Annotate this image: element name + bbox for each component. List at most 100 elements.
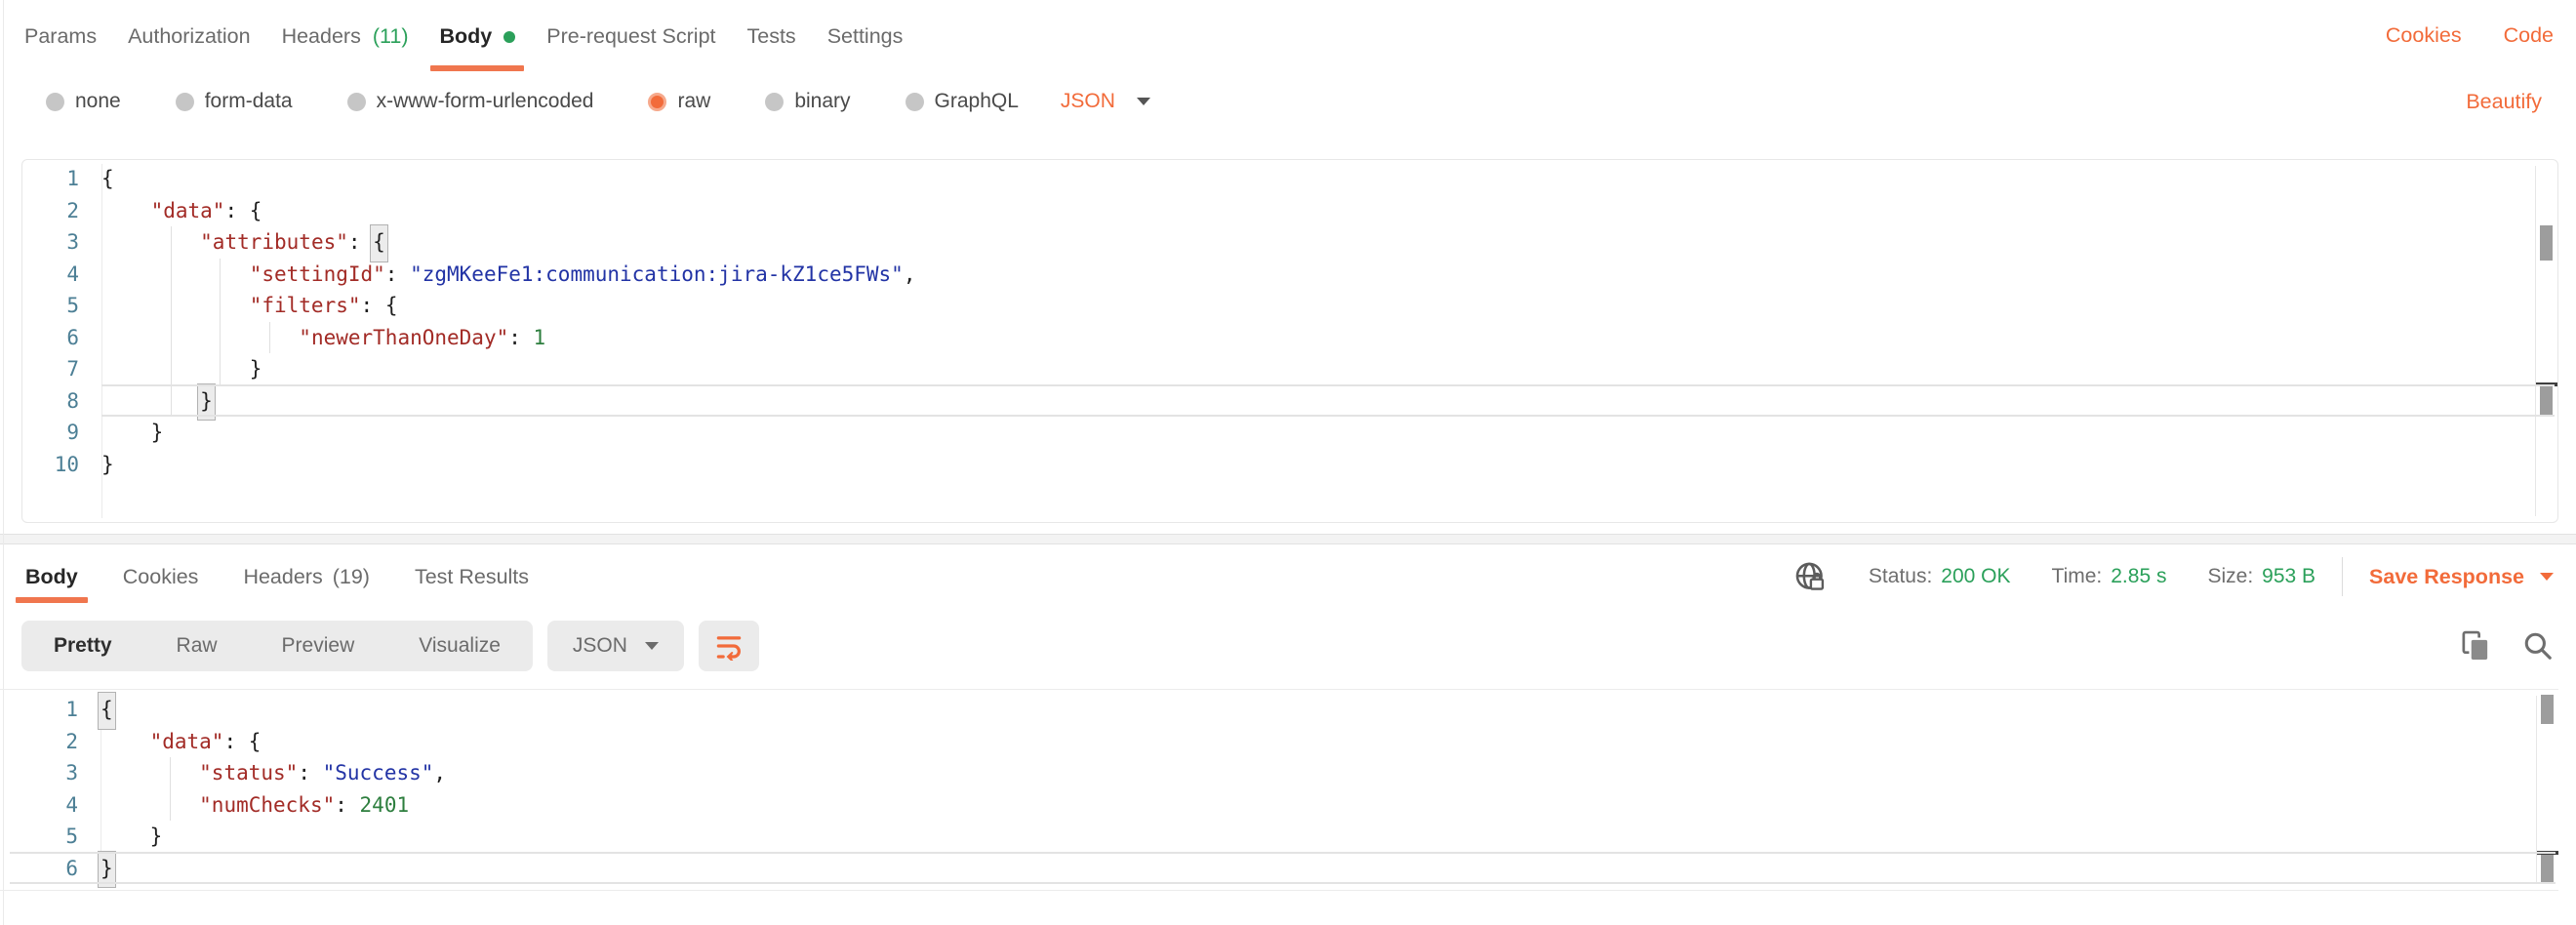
- code-token[interactable]: [101, 357, 250, 381]
- code-token[interactable]: }: [250, 357, 262, 381]
- code-token[interactable]: [101, 230, 200, 254]
- code-token[interactable]: "Success": [323, 761, 434, 784]
- code-line[interactable]: 6}: [21, 853, 2558, 885]
- code-token[interactable]: [101, 761, 199, 784]
- code-token[interactable]: "data": [151, 199, 225, 222]
- code-line[interactable]: 8 }: [22, 385, 2557, 418]
- code-token[interactable]: {: [385, 294, 398, 317]
- tab-authorization[interactable]: Authorization: [112, 0, 266, 71]
- code-token[interactable]: :: [223, 730, 248, 753]
- code-line[interactable]: 4 "numChecks": 2401: [21, 789, 2558, 822]
- search-button[interactable]: [2522, 630, 2554, 662]
- radio-icon[interactable]: [46, 93, 64, 111]
- body-mode-raw[interactable]: raw: [648, 90, 710, 113]
- network-globe-lock-icon[interactable]: [1792, 559, 1828, 594]
- code-token[interactable]: [101, 294, 250, 317]
- tab-cookies[interactable]: Cookies: [113, 550, 209, 603]
- size-label: Size:: [2207, 565, 2253, 588]
- code-line[interactable]: 7 }: [22, 353, 2557, 385]
- code-token[interactable]: [101, 730, 150, 753]
- code-token[interactable]: [101, 389, 200, 413]
- code-token[interactable]: }: [150, 824, 163, 848]
- code-line[interactable]: 1{: [22, 163, 2557, 195]
- code-token[interactable]: "zgMKeeFe1:communication:jira-kZ1ce5FWs": [410, 262, 904, 286]
- tab-test-results[interactable]: Test Results: [405, 550, 539, 603]
- code-link[interactable]: Code: [2504, 23, 2554, 48]
- matched-bracket[interactable]: }: [98, 851, 116, 889]
- save-response-button[interactable]: Save Response: [2369, 565, 2554, 589]
- response-language-select[interactable]: JSON: [547, 621, 684, 671]
- code-line[interactable]: 6 "newerThanOneDay": 1: [22, 322, 2557, 354]
- matched-bracket[interactable]: {: [98, 692, 116, 730]
- code-token[interactable]: "numChecks": [199, 793, 335, 817]
- radio-icon[interactable]: [176, 93, 194, 111]
- copy-button[interactable]: [2460, 629, 2491, 663]
- request-body-editor[interactable]: 1{2 "data": {3 "attributes": {4 "setting…: [21, 159, 2558, 523]
- radio-icon[interactable]: [765, 93, 784, 111]
- code-line[interactable]: 4 "settingId": "zgMKeeFe1:communication:…: [22, 259, 2557, 291]
- tab-settings[interactable]: Settings: [812, 0, 919, 71]
- cookies-link[interactable]: Cookies: [2386, 23, 2462, 48]
- code-token[interactable]: 1: [534, 326, 546, 349]
- code-token[interactable]: :: [298, 761, 322, 784]
- code-token[interactable]: ,: [904, 262, 916, 286]
- tab-pre-request-script[interactable]: Pre-request Script: [531, 0, 731, 71]
- code-token[interactable]: "data": [150, 730, 224, 753]
- tab-params[interactable]: Params: [9, 0, 112, 71]
- code-token[interactable]: {: [250, 199, 262, 222]
- response-body-editor[interactable]: 1{2 "data": {3 "status": "Success",4 "nu…: [0, 689, 2558, 891]
- code-token[interactable]: "settingId": [250, 262, 385, 286]
- code-token[interactable]: }: [151, 421, 164, 444]
- code-token[interactable]: ,: [433, 761, 446, 784]
- view-visualize[interactable]: Visualize: [386, 634, 533, 658]
- code-token[interactable]: }: [101, 453, 114, 476]
- tab-tests[interactable]: Tests: [732, 0, 812, 71]
- code-token[interactable]: "status": [199, 761, 298, 784]
- body-mode-graphql[interactable]: GraphQL: [906, 90, 1019, 113]
- beautify-link[interactable]: Beautify: [2466, 90, 2542, 113]
- view-pretty[interactable]: Pretty: [21, 634, 144, 658]
- radio-icon[interactable]: [347, 93, 366, 111]
- code-token[interactable]: 2401: [360, 793, 410, 817]
- view-raw[interactable]: Raw: [144, 634, 250, 658]
- code-line[interactable]: 3 "attributes": {: [22, 226, 2557, 259]
- code-token[interactable]: "newerThanOneDay": [299, 326, 508, 349]
- code-token[interactable]: "filters": [250, 294, 361, 317]
- code-line[interactable]: 1{: [21, 694, 2558, 726]
- code-line[interactable]: 10}: [22, 449, 2557, 481]
- tab-body[interactable]: Body: [16, 550, 88, 603]
- code-token[interactable]: [101, 793, 199, 817]
- radio-icon[interactable]: [906, 93, 924, 111]
- body-mode-form-data[interactable]: form-data: [176, 90, 293, 113]
- body-mode-binary[interactable]: binary: [765, 90, 850, 113]
- tab-headers[interactable]: Headers(11): [266, 0, 424, 71]
- code-token[interactable]: :: [385, 262, 410, 286]
- code-token[interactable]: {: [101, 167, 114, 190]
- code-line[interactable]: 2 "data": {: [21, 726, 2558, 758]
- code-line[interactable]: 5 "filters": {: [22, 290, 2557, 322]
- matched-bracket[interactable]: }: [197, 383, 216, 422]
- matched-bracket[interactable]: {: [370, 224, 388, 262]
- body-mode-x-www-form-urlencoded[interactable]: x-www-form-urlencoded: [347, 90, 594, 113]
- code-token[interactable]: [101, 421, 151, 444]
- body-mode-none[interactable]: none: [46, 90, 121, 113]
- radio-selected-icon[interactable]: [648, 93, 666, 111]
- code-token[interactable]: {: [249, 730, 262, 753]
- code-line[interactable]: 2 "data": {: [22, 195, 2557, 227]
- tab-body[interactable]: Body: [423, 0, 531, 71]
- code-token[interactable]: [101, 199, 151, 222]
- code-token[interactable]: :: [224, 199, 249, 222]
- wrap-text-button[interactable]: [699, 621, 759, 671]
- code-token[interactable]: :: [335, 793, 359, 817]
- code-token[interactable]: :: [508, 326, 533, 349]
- code-token[interactable]: "attributes": [200, 230, 348, 254]
- view-preview[interactable]: Preview: [250, 634, 387, 658]
- request-language-select[interactable]: JSON: [1061, 90, 1150, 113]
- code-line[interactable]: 5 }: [21, 821, 2558, 853]
- code-token[interactable]: :: [361, 294, 385, 317]
- tab-headers[interactable]: Headers(19): [233, 550, 380, 603]
- code-line[interactable]: 3 "status": "Success",: [21, 757, 2558, 789]
- code-line[interactable]: 9 }: [22, 417, 2557, 449]
- code-token[interactable]: [101, 262, 250, 286]
- code-token[interactable]: [101, 824, 150, 848]
